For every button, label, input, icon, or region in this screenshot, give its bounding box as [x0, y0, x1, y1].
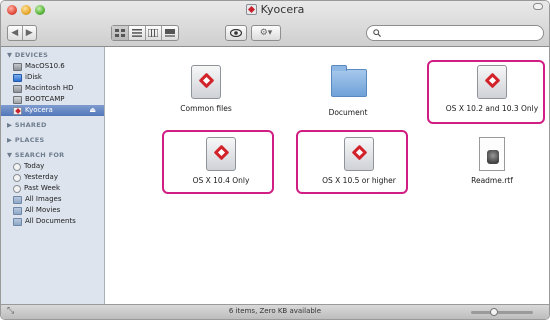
file-item[interactable]: Common files	[146, 65, 266, 113]
search-field[interactable]	[366, 25, 544, 41]
smart-folder-icon	[13, 217, 22, 226]
back-arrow-icon: ◀	[11, 27, 19, 38]
sidebar-item-label: MacOS10.6	[25, 62, 65, 70]
file-item[interactable]: OS X 10.4 Only	[161, 137, 281, 185]
back-button[interactable]: ◀	[8, 26, 22, 40]
sidebar-item-label: Today	[24, 162, 45, 170]
file-label: OS X 10.2 and 10.3 Only	[445, 104, 539, 113]
sidebar-item-label: Kyocera	[25, 106, 53, 114]
toolbar: Kyocera ◀ ▶ ⚙▾	[1, 1, 549, 47]
sidebar-item-kyocera[interactable]: Kyocera ⏏	[1, 105, 104, 116]
window-title-text: Kyocera	[260, 3, 305, 16]
file-label: OS X 10.4 Only	[192, 176, 250, 185]
sidebar-item-all-documents[interactable]: All Documents	[1, 216, 104, 227]
column-view-button[interactable]	[144, 26, 162, 40]
sidebar-item-label: Past Week	[24, 184, 60, 192]
eject-icon[interactable]: ⏏	[89, 105, 96, 116]
hard-drive-icon	[13, 84, 22, 93]
sidebar-section-places[interactable]: ▶ PLACES	[1, 135, 104, 146]
sidebar-item-all-movies[interactable]: All Movies	[1, 205, 104, 216]
search-icon	[373, 29, 381, 37]
file-label: Readme.rtf	[471, 176, 513, 185]
back-forward-control: ◀ ▶	[7, 25, 37, 41]
file-label: OS X 10.5 or higher	[322, 176, 396, 185]
clock-icon	[13, 173, 21, 182]
sidebar-item-idisk[interactable]: iDisk	[1, 72, 104, 83]
sidebar-item-yesterday[interactable]: Yesterday	[1, 172, 104, 183]
file-label: Common files	[180, 104, 232, 113]
icon-size-slider[interactable]	[471, 308, 533, 316]
hard-drive-icon	[13, 95, 22, 104]
kyocera-disk-icon	[13, 106, 22, 115]
status-bar: ⤡ 6 items, Zero KB available	[1, 304, 549, 319]
sidebar-item-label: Macintosh HD	[25, 84, 74, 92]
idisk-icon	[13, 73, 22, 82]
file-item[interactable]: Document	[288, 65, 408, 117]
eye-icon	[230, 29, 242, 37]
sidebar-item-today[interactable]: Today	[1, 161, 104, 172]
smart-folder-icon	[13, 195, 22, 204]
quick-look-button[interactable]	[225, 25, 247, 41]
file-item[interactable]: OS X 10.5 or higher	[299, 137, 419, 185]
slider-thumb[interactable]	[490, 308, 498, 316]
list-view-button[interactable]	[127, 26, 145, 40]
icon-view-button[interactable]	[112, 26, 128, 40]
sidebar-item-label: BOOTCAMP	[25, 95, 65, 103]
forward-arrow-icon: ▶	[25, 27, 33, 38]
window-title: Kyocera	[1, 3, 549, 16]
sidebar-item-label: All Movies	[25, 206, 61, 214]
sidebar: ▼ DEVICES MacOS10.6 iDisk Macintosh HD B…	[1, 47, 105, 304]
column-view-icon	[148, 29, 159, 37]
search-input[interactable]	[385, 28, 535, 38]
file-item[interactable]: OS X 10.2 and 10.3 Only	[432, 65, 549, 113]
status-text: 6 items, Zero KB available	[228, 307, 322, 315]
file-label: Document	[328, 108, 368, 117]
sidebar-item-past-week[interactable]: Past Week	[1, 183, 104, 194]
action-menu-button[interactable]: ⚙▾	[251, 25, 281, 41]
smart-folder-icon	[13, 206, 22, 215]
sidebar-item-label: All Images	[25, 195, 62, 203]
hard-drive-icon	[13, 62, 22, 71]
sidebar-item-label: Yesterday	[24, 173, 58, 181]
clock-icon	[13, 162, 21, 171]
view-mode-control	[111, 25, 179, 41]
finder-window: Kyocera ◀ ▶ ⚙▾ ▼ DEVICES MacOS10.6 iDisk…	[0, 0, 550, 320]
sidebar-item-label: iDisk	[25, 73, 42, 81]
clock-icon	[13, 184, 21, 193]
file-item[interactable]: Readme.rtf	[432, 137, 549, 185]
list-view-icon	[131, 29, 142, 37]
sidebar-item-label: All Documents	[25, 217, 76, 225]
kyocera-document-icon	[206, 137, 236, 171]
sidebar-item-macos106[interactable]: MacOS10.6	[1, 61, 104, 72]
sidebar-section-shared[interactable]: ▶ SHARED	[1, 120, 104, 131]
kyocera-disk-icon	[245, 4, 257, 15]
folder-icon	[331, 65, 367, 97]
sidebar-item-bootcamp[interactable]: BOOTCAMP	[1, 94, 104, 105]
sidebar-section-devices[interactable]: ▼ DEVICES	[1, 50, 104, 61]
gear-icon: ⚙▾	[259, 27, 273, 38]
sidebar-item-macintosh-hd[interactable]: Macintosh HD	[1, 83, 104, 94]
sidebar-section-search-for[interactable]: ▼ SEARCH FOR	[1, 150, 104, 161]
toolbar-toggle-button[interactable]	[533, 3, 543, 10]
rtf-document-icon	[479, 137, 505, 171]
kyocera-document-icon	[191, 65, 221, 99]
sidebar-item-all-images[interactable]: All Images	[1, 194, 104, 205]
forward-button[interactable]: ▶	[21, 26, 37, 40]
file-browser-pane: Common files Document OS X 10.2 and 10.3…	[106, 47, 549, 304]
icon-view-icon	[114, 29, 125, 37]
coverflow-view-button[interactable]	[161, 26, 178, 40]
kyocera-document-icon	[477, 65, 507, 99]
coverflow-view-icon	[165, 29, 176, 37]
kyocera-document-icon	[344, 137, 374, 171]
